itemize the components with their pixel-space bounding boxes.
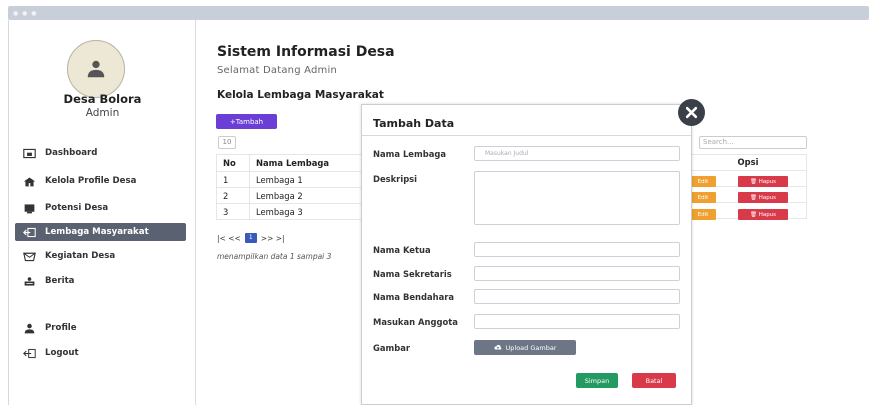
close-modal-button[interactable]	[678, 99, 705, 126]
search-input[interactable]: Search...	[699, 136, 807, 149]
next-page-link[interactable]: >>	[261, 234, 274, 243]
add-data-modal: Tambah Data Nama Lembaga Masukan Judul D…	[361, 104, 692, 405]
delete-label: Hapus	[758, 178, 777, 185]
trash-icon: 🗑	[749, 194, 759, 201]
first-page-link[interactable]: |<	[217, 234, 226, 243]
table-header-row: No Nama Lembaga	[216, 154, 368, 172]
table-info-text: menampilkan data 1 sampai 3	[217, 252, 332, 261]
sidebar-item-label: Dashboard	[45, 148, 98, 158]
news-icon	[21, 275, 37, 287]
village-name: Desa Bolora	[63, 92, 142, 106]
sidebar-item-kelola-profile-desa[interactable]: Kelola Profile Desa	[15, 172, 186, 190]
pagination: |< << 1 >> >|	[217, 233, 285, 243]
edit-button[interactable]: Edit	[690, 176, 716, 187]
table-row: 2 Lembaga 2	[216, 187, 368, 204]
sidebar-item-label: Profile	[45, 323, 77, 333]
user-role: Admin	[85, 107, 120, 119]
sidebar-item-profile[interactable]: Profile	[15, 319, 186, 337]
page-title: Sistem Informasi Desa	[217, 44, 395, 60]
modal-title: Tambah Data	[373, 117, 455, 130]
table-row: 3 Lembaga 3	[216, 203, 368, 220]
cancel-button[interactable]: Batal	[632, 373, 676, 388]
sidebar-item-label: Logout	[45, 348, 79, 358]
sidebar-item-label: Kegiatan Desa	[45, 251, 116, 261]
tv-icon	[21, 202, 37, 214]
delete-button[interactable]: 🗑 Hapus	[738, 209, 788, 220]
sidebar-item-berita[interactable]: Berita	[15, 272, 186, 290]
sidebar-item-label: Berita	[45, 276, 75, 286]
sidebar-item-label: Potensi Desa	[45, 203, 109, 213]
delete-label: Hapus	[758, 194, 777, 201]
column-header-no: No	[216, 154, 250, 172]
sidebar-item-kegiatan-desa[interactable]: Kegiatan Desa	[15, 247, 186, 265]
cell-no: 1	[216, 171, 250, 188]
trash-icon: 🗑	[749, 178, 759, 185]
label-gambar: Gambar	[373, 343, 411, 353]
edit-button[interactable]: Edit	[690, 192, 716, 203]
edit-button[interactable]: Edit	[690, 209, 716, 220]
dashboard-icon	[21, 147, 37, 159]
upload-label: Upload Gambar	[505, 343, 557, 352]
edit-label: Edit	[697, 211, 709, 218]
save-button[interactable]: Simpan	[576, 373, 618, 388]
home-icon	[21, 175, 37, 187]
modal-divider	[362, 135, 691, 136]
cloud-upload-icon	[493, 344, 501, 350]
edit-label: Edit	[697, 194, 709, 201]
welcome-text: Selamat Datang Admin	[217, 65, 337, 76]
page-number-current[interactable]: 1	[244, 233, 257, 243]
edit-label: Edit	[697, 178, 709, 185]
inbox-icon	[21, 250, 37, 262]
delete-button[interactable]: 🗑 Hapus	[738, 192, 788, 203]
cell-name: Lembaga 1	[249, 171, 368, 188]
column-header-opsi: Opsi	[689, 154, 807, 171]
data-table: No Nama Lembaga 1 Lembaga 1 2 Lembaga 2 …	[216, 154, 368, 220]
avatar	[67, 40, 125, 98]
trash-icon: 🗑	[749, 211, 759, 218]
masukan-anggota-input[interactable]	[474, 314, 680, 329]
column-header-nama-lembaga: Nama Lembaga	[249, 154, 368, 172]
cell-name: Lembaga 2	[249, 187, 368, 204]
label-nama-lembaga: Nama Lembaga	[373, 149, 446, 159]
label-nama-ketua: Nama Ketua	[373, 245, 431, 255]
window-controls-icon: ● ● ●	[13, 10, 38, 17]
app-window: Desa Bolora Admin Dashboard Kelola Profi…	[8, 20, 869, 405]
nama-sekretaris-input[interactable]	[474, 266, 680, 281]
sidebar-item-label: Kelola Profile Desa	[45, 176, 137, 186]
cell-no: 3	[216, 203, 250, 220]
last-page-link[interactable]: >|	[276, 234, 285, 243]
section-title: Kelola Lembaga Masyarakat	[217, 89, 384, 101]
user-icon	[21, 322, 37, 334]
cell-no: 2	[216, 187, 250, 204]
upload-image-button[interactable]: Upload Gambar	[474, 340, 576, 355]
back-box-icon	[21, 226, 37, 238]
label-nama-bendahara: Nama Bendahara	[373, 292, 455, 302]
delete-label: Hapus	[758, 211, 777, 218]
table-row: 1 Lembaga 1	[216, 171, 368, 188]
sidebar-item-label: Lembaga Masyarakat	[45, 227, 149, 237]
prev-page-link[interactable]: <<	[228, 234, 241, 243]
deskripsi-textarea[interactable]	[474, 171, 680, 225]
entries-select[interactable]: 10	[218, 136, 236, 149]
sidebar-item-lembaga-masyarakat[interactable]: Lembaga Masyarakat	[15, 223, 186, 241]
close-icon	[685, 106, 698, 119]
nama-lembaga-input[interactable]: Masukan Judul	[474, 146, 680, 161]
label-nama-sekretaris: Nama Sekretaris	[373, 269, 452, 279]
sidebar-item-logout[interactable]: Logout	[15, 344, 186, 362]
nama-ketua-input[interactable]	[474, 242, 680, 257]
delete-button[interactable]: 🗑 Hapus	[738, 176, 788, 187]
label-masukan-anggota: Masukan Anggota	[373, 317, 458, 327]
logout-icon	[21, 347, 37, 359]
sidebar: Desa Bolora Admin Dashboard Kelola Profi…	[9, 20, 196, 405]
nama-bendahara-input[interactable]	[474, 289, 680, 304]
label-deskripsi: Deskripsi	[373, 174, 418, 184]
window-titlebar: ● ● ●	[8, 6, 869, 20]
sidebar-item-potensi-desa[interactable]: Potensi Desa	[15, 199, 186, 217]
sidebar-item-dashboard[interactable]: Dashboard	[15, 144, 186, 162]
add-button[interactable]: +Tambah	[216, 114, 277, 129]
user-icon	[87, 60, 105, 78]
cell-name: Lembaga 3	[249, 203, 368, 220]
